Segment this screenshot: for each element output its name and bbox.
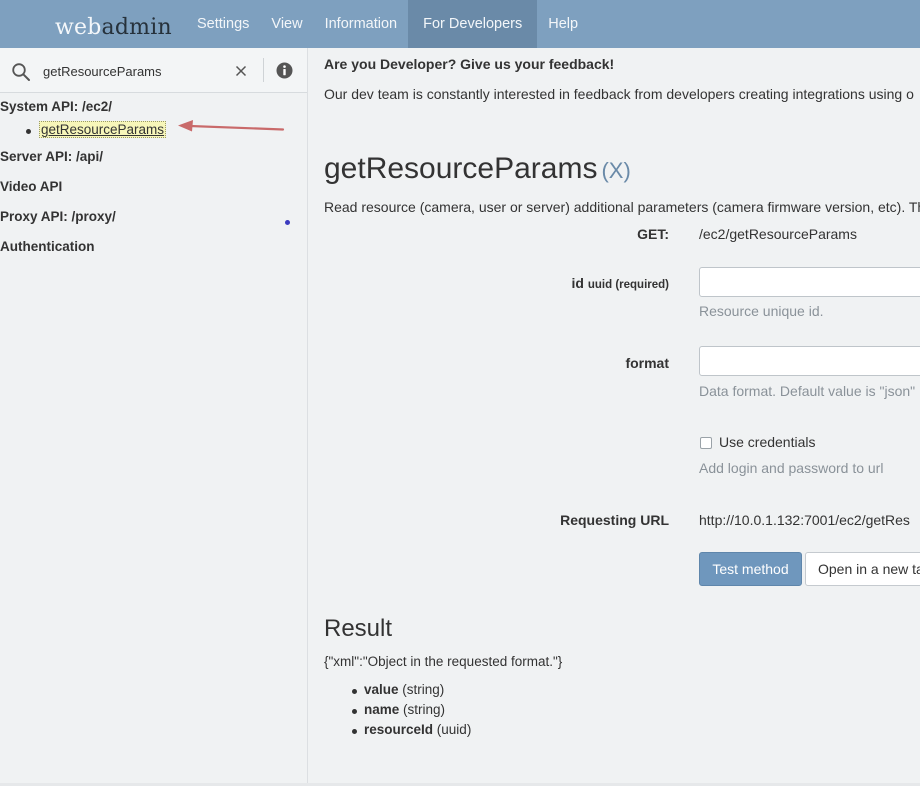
test-method-button[interactable]: Test method [699, 552, 802, 586]
feedback-title: Are you Developer? Give us your feedback… [324, 56, 615, 72]
brand-logo-part1: web [55, 14, 102, 40]
result-field-name: value [364, 682, 399, 697]
use-credentials-checkbox[interactable] [700, 437, 712, 449]
cursor-dot [285, 220, 290, 225]
id-param-label: id uuid (required) [572, 275, 669, 291]
format-param-label: format [625, 355, 669, 371]
list-bullet [26, 129, 31, 134]
use-credentials-label[interactable]: Use credentials [719, 434, 816, 450]
get-endpoint: /ec2/getResourceParams [699, 226, 857, 242]
nav-for-developers[interactable]: For Developers [408, 0, 538, 48]
search-input[interactable] [38, 60, 218, 82]
method-description: Read resource (camera, user or server) a… [324, 199, 920, 215]
nav-help[interactable]: Help [537, 0, 589, 48]
list-bullet [352, 709, 357, 714]
result-field: name (string) [364, 702, 445, 717]
api-group-video[interactable]: Video API [0, 175, 307, 205]
open-new-tab-button[interactable]: Open in a new ta [805, 552, 920, 586]
result-json: {"xml":"Object in the requested format."… [324, 654, 563, 669]
requesting-url-value: http://10.0.1.132:7001/ec2/getRes [699, 512, 910, 528]
brand-logo-part2: admin [101, 14, 172, 40]
info-icon[interactable] [276, 62, 293, 79]
search-divider [263, 58, 264, 82]
id-param-name: id [571, 275, 584, 291]
method-link-getresourceparams[interactable]: getResourceParams [39, 121, 167, 138]
result-field-type: (string) [402, 682, 445, 697]
annotation-arrow-icon [178, 120, 285, 132]
credentials-hint: Add login and password to url [699, 460, 884, 476]
method-close-link[interactable]: (X) [601, 158, 630, 183]
nav-view[interactable]: View [260, 0, 313, 48]
clear-search-icon[interactable] [233, 63, 249, 79]
method-title: getResourceParams (X) [324, 152, 631, 186]
id-field[interactable] [699, 267, 920, 297]
sidebar-search-bar [0, 48, 307, 93]
method-details-panel: Are you Developer? Give us your feedback… [324, 48, 920, 786]
result-field-name: name [364, 702, 400, 717]
result-field: value (string) [364, 682, 444, 697]
feedback-text: Our dev team is constantly interested in… [324, 86, 914, 102]
format-field[interactable] [699, 346, 920, 376]
get-label: GET: [637, 226, 669, 242]
result-field-type: (uuid) [436, 722, 472, 737]
api-group-authentication[interactable]: Authentication [0, 235, 307, 265]
top-navbar: web admin Settings View Information For D… [0, 0, 920, 48]
result-field-type: (string) [403, 702, 446, 717]
requesting-url-label: Requesting URL [560, 512, 669, 528]
id-param-type: uuid (required) [587, 279, 669, 291]
nav-information[interactable]: Information [314, 0, 409, 48]
brand-logo[interactable]: web admin [0, 0, 186, 48]
nav-settings[interactable]: Settings [186, 0, 260, 48]
id-hint: Resource unique id. [699, 303, 824, 319]
method-name: getResourceParams [324, 152, 598, 185]
result-field: resourceId (uuid) [364, 722, 471, 737]
list-bullet [352, 689, 357, 694]
search-icon [12, 63, 30, 81]
result-field-name: resourceId [364, 722, 434, 737]
result-title: Result [324, 615, 393, 642]
list-bullet [352, 729, 357, 734]
api-sidebar: System API: /ec2/ getResourceParams Serv… [0, 48, 308, 786]
format-hint: Data format. Default value is "json" [699, 383, 916, 399]
api-group-server[interactable]: Server API: /api/ [0, 145, 307, 175]
api-group-proxy[interactable]: Proxy API: /proxy/ [0, 205, 307, 235]
